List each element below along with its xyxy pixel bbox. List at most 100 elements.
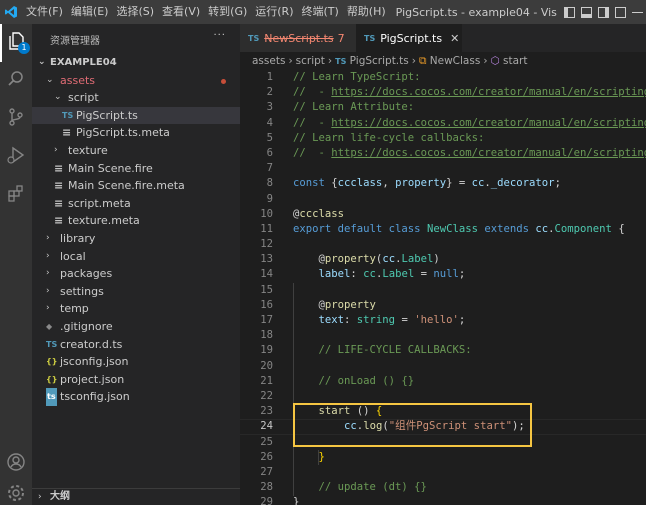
chevron-down-icon: ⌄ — [38, 57, 46, 67]
search-button[interactable] — [0, 62, 32, 100]
code-line[interactable]: 4 // - https://docs.cocos.com/creator/man… — [240, 116, 646, 131]
toggle-secondary-sidebar-icon[interactable] — [598, 6, 609, 18]
run-debug-icon — [6, 145, 26, 169]
modified-dot-icon — [221, 78, 226, 84]
menu-item[interactable]: 文件(F) — [22, 0, 67, 24]
source-control-icon — [6, 107, 26, 131]
menu-item[interactable]: 运行(R) — [251, 0, 297, 24]
tree-item[interactable]: TS creator.d.ts — [32, 336, 240, 354]
menu-item[interactable]: 编辑(E) — [67, 0, 113, 24]
code-line[interactable]: 16 @property — [240, 298, 646, 313]
menu-item[interactable]: 终端(T) — [298, 0, 343, 24]
code-line[interactable]: 22 — [240, 389, 646, 404]
code-line[interactable]: 18 — [240, 328, 646, 343]
code-token: Label — [401, 253, 434, 266]
tree-item[interactable]: ≡ texture.meta — [32, 212, 240, 230]
run-debug-button[interactable] — [0, 138, 32, 176]
breadcrumb-method[interactable]: start — [503, 55, 527, 67]
line-number: 12 — [260, 238, 273, 251]
source-control-button[interactable] — [0, 100, 32, 138]
tree-item[interactable]: TS PigScript.ts — [32, 106, 240, 125]
code-line[interactable]: 1 // Learn TypeScript: — [240, 70, 646, 85]
code-token: } — [318, 450, 325, 463]
toggle-panel-icon[interactable] — [581, 6, 592, 18]
close-icon[interactable]: ✕ — [450, 32, 459, 45]
code-line[interactable]: 9 — [240, 192, 646, 207]
tree-item-label: Main Scene.fire — [68, 161, 153, 175]
line-number: 11 — [260, 222, 273, 235]
tree-item[interactable]: › local — [32, 248, 240, 266]
code-line[interactable]: 2 // - https://docs.cocos.com/creator/man… — [240, 85, 646, 100]
tree-item[interactable]: ◆ .gitignore — [32, 318, 240, 336]
tree-item[interactable]: ≡ Main Scene.fire — [32, 160, 240, 178]
extensions-button[interactable] — [0, 176, 32, 214]
tree-item[interactable]: › library — [32, 230, 240, 248]
tab-pigscript[interactable]: TS PigScript.ts ✕ — [356, 24, 462, 52]
code-line[interactable]: 21 // onLoad () {} — [240, 374, 646, 389]
tree-item[interactable]: › settings — [32, 283, 240, 301]
customize-layout-icon[interactable] — [615, 6, 626, 18]
code-line[interactable]: 11 export default class NewClass extends … — [240, 222, 646, 237]
tree-item[interactable]: ≡ script.meta — [32, 195, 240, 213]
typescript-file-icon: TS — [335, 57, 347, 66]
tree-item[interactable]: ≡ PigScript.ts.meta — [32, 124, 240, 142]
toggle-sidebar-icon[interactable] — [564, 6, 575, 18]
code-line[interactable]: 7 — [240, 161, 646, 176]
line-number: 26 — [260, 450, 273, 463]
code-text: @property — [293, 298, 376, 313]
line-number: 16 — [260, 298, 273, 311]
problem-count: 7 — [337, 31, 345, 45]
tree-item[interactable]: {} jsconfig.json — [32, 353, 240, 371]
tree-item[interactable]: ts tsconfig.json — [32, 388, 240, 406]
code-line[interactable]: 6 // - https://docs.cocos.com/creator/man… — [240, 146, 646, 161]
code-line[interactable]: 19 // LIFE-CYCLE CALLBACKS: — [240, 343, 646, 358]
outline-section[interactable]: › 大纲 — [32, 488, 240, 505]
tree-item[interactable]: {} project.json — [32, 371, 240, 389]
code-line[interactable]: 14 label: cc.Label = null; — [240, 267, 646, 282]
tree-item[interactable]: › texture — [32, 142, 240, 160]
line-number: 25 — [260, 435, 273, 448]
menu-item[interactable]: 查看(V) — [158, 0, 204, 24]
code-line[interactable]: 17 text: string = 'hello'; — [240, 313, 646, 328]
breadcrumb-item[interactable]: assets — [252, 55, 285, 67]
code-line[interactable]: 10 @ccclass — [240, 207, 646, 222]
more-actions-icon[interactable]: ··· — [213, 30, 226, 41]
meta-file-icon: ≡ — [62, 126, 72, 140]
breadcrumb-class[interactable]: NewClass — [430, 55, 481, 67]
line-number: 24 — [260, 420, 273, 433]
workspace-root[interactable]: ⌄ EXAMPLE04 — [32, 54, 240, 72]
code-line[interactable]: 26 } — [240, 450, 646, 465]
code-token: } = — [446, 177, 472, 190]
breadcrumb: assets › script › TS PigScript.ts › ⧉ NewClass… — [240, 52, 646, 70]
chevron-right-icon: › — [46, 268, 50, 279]
code-line[interactable]: 3 // Learn Attribute: — [240, 100, 646, 115]
code-line[interactable]: 12 — [240, 237, 646, 252]
code-line[interactable]: 5 // Learn life-cycle callbacks: — [240, 131, 646, 146]
tree-item[interactable]: › temp — [32, 300, 240, 318]
manage-button[interactable] — [0, 483, 32, 505]
breadcrumb-file[interactable]: PigScript.ts — [350, 55, 409, 67]
explorer-button[interactable]: 1 — [0, 24, 32, 62]
tree-item[interactable]: › packages — [32, 265, 240, 283]
code-line[interactable]: 20 — [240, 359, 646, 374]
menu-item[interactable]: 转到(G) — [204, 0, 251, 24]
code-line[interactable]: 29} — [240, 495, 646, 505]
tab-newscript[interactable]: TS NewScript.ts 7 — [240, 24, 356, 52]
tree-item[interactable]: ≡ Main Scene.fire.meta — [32, 177, 240, 195]
tree-item[interactable]: ⌄ assets — [32, 72, 240, 90]
tree-item[interactable]: ⌄ script — [32, 89, 240, 107]
menu-item[interactable]: 帮助(H) — [343, 0, 390, 24]
code-line[interactable]: 15 — [240, 283, 646, 298]
code-line[interactable]: 28 // update (dt) {} — [240, 480, 646, 495]
minimize-icon[interactable] — [632, 7, 643, 13]
code-token: : — [350, 268, 364, 281]
code-line[interactable]: 27 — [240, 465, 646, 480]
accounts-button[interactable] — [0, 445, 32, 483]
code-line[interactable]: 13 @property(cc.Label) — [240, 252, 646, 267]
code-line[interactable]: 8 const {ccclass, property} = cc._decorat… — [240, 176, 646, 191]
line-number: 8 — [266, 177, 273, 190]
menu-item[interactable]: 选择(S) — [112, 0, 158, 24]
breadcrumb-item[interactable]: script — [296, 55, 325, 67]
method-symbol-icon: ⬡ — [490, 55, 500, 67]
git-file-icon: ◆ — [46, 321, 53, 331]
